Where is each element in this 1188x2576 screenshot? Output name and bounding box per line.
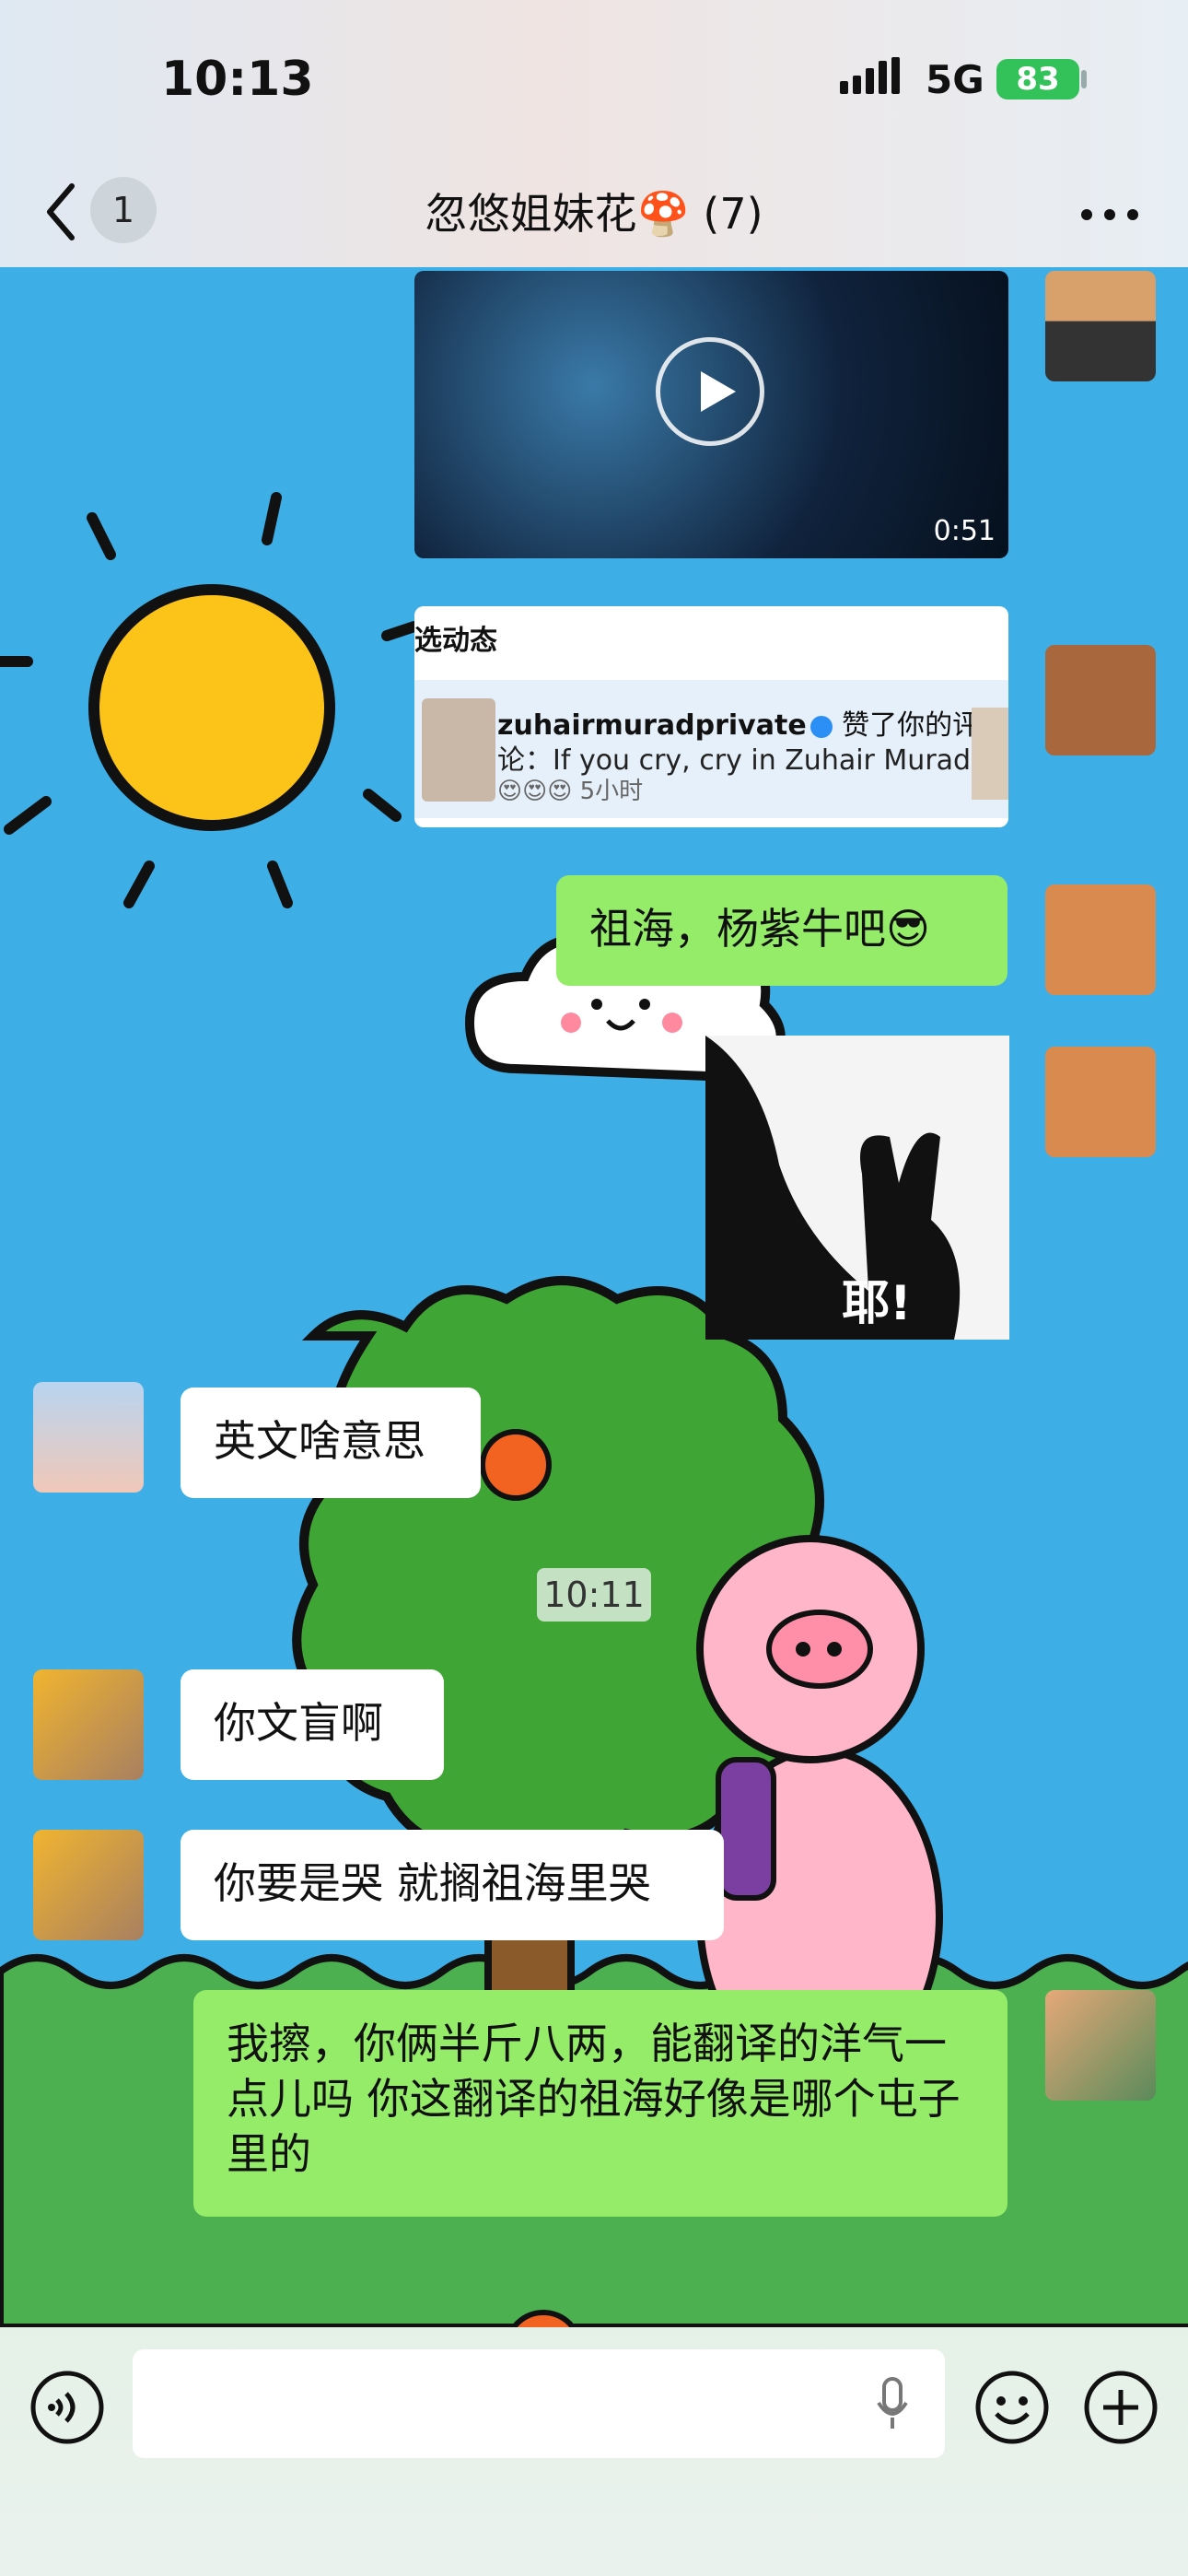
card-avatar-image <box>422 698 495 802</box>
signal-icon <box>840 57 900 94</box>
more-icon[interactable] <box>1077 201 1142 228</box>
status-bar: 10:13 5G 83 <box>0 0 1188 157</box>
card-thumbnail <box>972 708 1008 800</box>
plus-icon[interactable] <box>1083 2370 1159 2445</box>
shared-post-card[interactable]: 选动态 zuhairmuradprivate 赞了你的评 论：If you cr… <box>414 606 1008 827</box>
composer-bar <box>0 2327 1188 2576</box>
avatar-member[interactable] <box>33 1669 144 1780</box>
message-bubble-other[interactable]: 英文啥意思 <box>181 1388 481 1498</box>
chat-header: 1 忽悠姐妹花🍄 (7) <box>0 157 1188 267</box>
chat-title: 忽悠姐妹花🍄 (7) <box>425 189 763 239</box>
message-bubble-self[interactable]: 我擦，你俩半斤八两，能翻译的洋气一点儿吗 你这翻译的祖海好像是哪个屯子里的 <box>193 1990 1007 2217</box>
video-message[interactable]: 0:51 <box>414 271 1008 558</box>
card-footer: 😍😍😍 5小时 <box>497 772 643 806</box>
verified-icon <box>809 715 833 738</box>
message-bubble-other[interactable]: 你文盲啊 <box>181 1669 444 1780</box>
message-bubble-self[interactable]: 祖海，杨紫牛吧😎 <box>556 875 1007 986</box>
sticker-message[interactable]: 耶! <box>705 1036 1009 1340</box>
sticker-caption: 耶! <box>842 1276 912 1331</box>
status-time: 10:13 <box>161 52 314 107</box>
avatar-self[interactable] <box>1045 645 1156 755</box>
card-notification: zuhairmuradprivate 赞了你的评 论：If you cry, c… <box>414 680 1008 818</box>
card-time: 5小时 <box>579 778 644 805</box>
battery-level: 83 <box>1016 61 1060 98</box>
voice-icon[interactable] <box>29 2370 105 2445</box>
avatar-self[interactable] <box>1045 1990 1156 2101</box>
avatar-member[interactable] <box>33 1382 144 1493</box>
avatar-self[interactable] <box>1045 271 1156 381</box>
microphone-icon[interactable] <box>877 2377 908 2430</box>
battery-tip <box>1081 70 1087 88</box>
avatar-self[interactable] <box>1045 884 1156 995</box>
message-bubble-other[interactable]: 你要是哭 就搁祖海里哭 <box>181 1830 724 1940</box>
play-icon[interactable] <box>656 337 764 446</box>
emoji-icon[interactable] <box>974 2370 1050 2445</box>
video-duration: 0:51 <box>933 515 996 547</box>
network-type: 5G <box>926 57 984 102</box>
avatar-member[interactable] <box>33 1830 144 1940</box>
message-input[interactable] <box>133 2349 945 2458</box>
avatar-self[interactable] <box>1045 1047 1156 1157</box>
card-emojis: 😍😍😍 <box>497 778 573 805</box>
time-divider: 10:11 <box>537 1568 651 1622</box>
card-header: 选动态 <box>414 625 497 657</box>
battery-indicator: 83 <box>996 59 1079 100</box>
